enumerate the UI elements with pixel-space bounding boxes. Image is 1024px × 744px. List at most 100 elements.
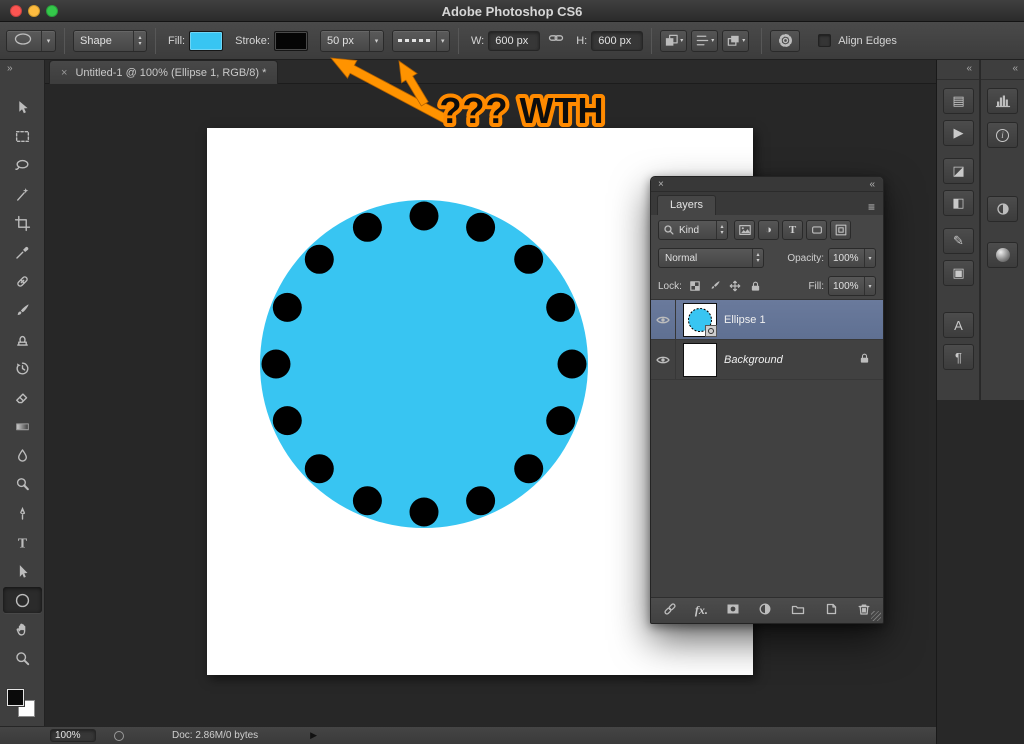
shape-height-input[interactable]: 600 px	[591, 31, 643, 51]
path-arrangement-button[interactable]: ▾	[722, 30, 749, 52]
zoom-level-input[interactable]: 100%	[50, 729, 96, 742]
add-layer-mask-icon[interactable]	[725, 601, 741, 620]
filter-type-layers-icon[interactable]: T	[782, 220, 803, 240]
filter-adjustment-layers-icon[interactable]: ◑	[758, 220, 779, 240]
chevron-down-icon: ▾	[742, 37, 745, 44]
history-brush-icon	[14, 360, 31, 377]
link-layers-icon[interactable]	[662, 601, 678, 620]
window-title: Adobe Photoshop CS6	[0, 4, 1024, 19]
stroke-label: Stroke:	[235, 35, 270, 47]
brush-tool[interactable]	[8, 297, 37, 323]
fill-opacity-select[interactable]: 100% ▾	[828, 276, 876, 296]
color-panel-icon[interactable]	[987, 196, 1018, 222]
clone-stamp-tool[interactable]	[8, 326, 37, 352]
lock-all-icon[interactable]	[747, 278, 764, 295]
pen-tool[interactable]	[8, 500, 37, 526]
layer-thumbnail[interactable]	[683, 303, 717, 337]
document-tab[interactable]: × Untitled-1 @ 100% (Ellipse 1, RGB/8) *	[49, 60, 278, 84]
filter-shape-layers-icon[interactable]	[806, 220, 827, 240]
move-tool[interactable]	[8, 94, 37, 120]
adjustments-panel-icon[interactable]: ◪	[943, 158, 974, 184]
new-adjustment-layer-icon[interactable]	[757, 601, 773, 620]
lock-position-icon[interactable]	[727, 278, 744, 295]
rectangular-marquee-tool[interactable]	[8, 123, 37, 149]
styles-panel-icon[interactable]	[987, 242, 1018, 268]
actions-panel-icon[interactable]: ▶	[943, 120, 974, 146]
expand-dock-icon[interactable]: «	[937, 60, 979, 80]
blend-mode-select[interactable]: Normal ▴▾	[658, 248, 764, 268]
layers-panel-titlebar[interactable]: × «	[651, 177, 883, 192]
clone-source-panel-icon[interactable]: ▣	[943, 260, 974, 286]
align-edges-label: Align Edges	[838, 35, 897, 47]
ellipse-tool[interactable]	[3, 587, 42, 613]
layer-visibility-toggle[interactable]	[651, 340, 676, 379]
expand-dock-icon[interactable]: «	[981, 60, 1024, 80]
masks-panel-icon[interactable]: ◧	[943, 190, 974, 216]
tool-preset-picker[interactable]: ▾	[6, 30, 56, 52]
layer-row-ellipse-1[interactable]: Ellipse 1	[651, 300, 883, 340]
new-layer-icon[interactable]	[823, 601, 839, 620]
lasso-tool[interactable]	[8, 152, 37, 178]
quick-selection-tool[interactable]	[8, 181, 37, 207]
brush-presets-panel-icon[interactable]: ✎	[943, 228, 974, 254]
link-dimensions-icon[interactable]	[547, 30, 565, 51]
stroke-color-swatch[interactable]	[274, 31, 308, 51]
dodge-tool[interactable]	[8, 471, 37, 497]
character-panel-icon[interactable]: A	[943, 312, 974, 338]
filter-kind-select[interactable]: Kind ▴▾	[658, 220, 728, 240]
stroke-width-select[interactable]: 50 px ▾	[320, 30, 384, 52]
eraser-tool[interactable]	[8, 384, 37, 410]
filter-pixel-layers-icon[interactable]	[734, 220, 755, 240]
fill-color-swatch[interactable]	[189, 31, 223, 51]
blur-tool[interactable]	[8, 442, 37, 468]
wand-icon	[14, 186, 31, 203]
align-edges-checkbox[interactable]	[818, 34, 831, 47]
status-bar: 100% Doc: 2.86M/0 bytes ▶	[0, 726, 936, 744]
stamp-icon	[14, 331, 31, 348]
crop-tool[interactable]	[8, 210, 37, 236]
blend-mode-row: Normal ▴▾ Opacity: 100% ▾	[651, 245, 883, 271]
gradient-tool[interactable]	[8, 413, 37, 439]
hand-tool[interactable]	[8, 616, 37, 642]
spot-healing-brush-tool[interactable]	[8, 268, 37, 294]
panel-resize-grip[interactable]	[871, 611, 881, 621]
layer-style-icon[interactable]: fx.	[695, 603, 708, 618]
layer-visibility-toggle[interactable]	[651, 300, 676, 339]
ellipse-shape[interactable]	[254, 194, 594, 534]
separator	[651, 28, 652, 54]
close-panel-icon[interactable]: ×	[658, 179, 664, 190]
stepper-icon: ▴▾	[716, 221, 727, 239]
history-brush-tool[interactable]	[8, 355, 37, 381]
info-panel-icon[interactable]: i	[987, 122, 1018, 148]
filter-smart-objects-icon[interactable]	[830, 220, 851, 240]
lock-pixels-icon[interactable]	[707, 278, 724, 295]
panel-menu-icon[interactable]: ≡	[868, 203, 875, 211]
layer-name[interactable]: Background	[724, 354, 783, 366]
eyedropper-tool[interactable]	[8, 239, 37, 265]
type-tool[interactable]: T	[8, 529, 37, 555]
path-operations-button[interactable]: ▾	[660, 30, 687, 52]
stroke-style-select[interactable]: ▾	[392, 30, 450, 52]
layer-name[interactable]: Ellipse 1	[724, 314, 766, 326]
layer-thumbnail[interactable]	[683, 343, 717, 377]
opacity-select[interactable]: 100% ▾	[828, 248, 876, 268]
path-alignment-button[interactable]: ▾	[691, 30, 718, 52]
histogram-panel-icon[interactable]	[987, 88, 1018, 114]
status-flyout-icon[interactable]: ▶	[310, 730, 317, 741]
new-group-icon[interactable]	[790, 601, 806, 620]
geometry-options-button[interactable]	[770, 30, 800, 52]
expand-tools-icon[interactable]: »	[0, 60, 44, 74]
layer-comps-panel-icon[interactable]: ▤	[943, 88, 974, 114]
layer-row-background[interactable]: Background	[651, 340, 883, 380]
layers-tab[interactable]: Layers	[657, 195, 716, 215]
paragraph-panel-icon[interactable]: ¶	[943, 344, 974, 370]
lock-transparency-icon[interactable]	[687, 278, 704, 295]
close-tab-icon[interactable]: ×	[61, 67, 67, 79]
zoom-tool[interactable]	[8, 645, 37, 671]
collapse-panel-icon[interactable]: «	[869, 179, 876, 190]
path-selection-tool[interactable]	[8, 558, 37, 584]
delete-layer-icon[interactable]	[856, 601, 872, 620]
shape-width-input[interactable]: 600 px	[488, 31, 540, 51]
foreground-color-swatch[interactable]	[7, 689, 24, 706]
tool-mode-select[interactable]: Shape ▴▾	[73, 30, 147, 52]
